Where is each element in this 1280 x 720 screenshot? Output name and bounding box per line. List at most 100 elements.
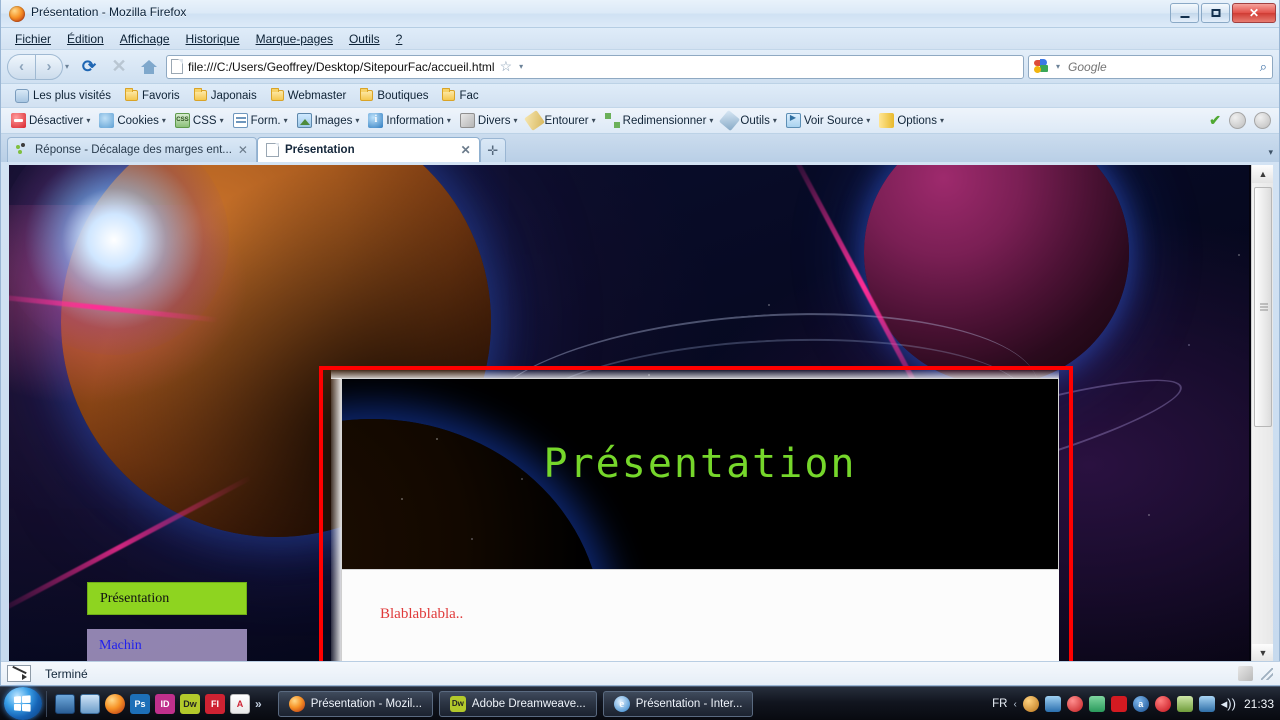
page-favicon: [265, 143, 279, 157]
opera-icon[interactable]: [1154, 696, 1171, 712]
task-internet-explorer[interactable]: e Présentation - Inter...: [602, 690, 754, 717]
network-icon[interactable]: [1088, 696, 1105, 712]
photoshop-icon[interactable]: Ps: [130, 693, 150, 714]
chevron-down-icon: ▾: [772, 116, 777, 125]
information-icon: i: [368, 113, 384, 128]
start-button[interactable]: [0, 686, 46, 720]
menu-outils[interactable]: Outils: [341, 30, 388, 48]
dev-divers[interactable]: Divers ▾: [456, 112, 522, 129]
search-engine-dropdown-icon[interactable]: ▾: [1056, 62, 1060, 71]
tab-reponse-decalage[interactable]: Réponse - Décalage des marges ent... ✕: [7, 137, 257, 162]
scroll-down-arrow[interactable]: ▼: [1252, 644, 1273, 662]
flash-icon[interactable]: [1110, 696, 1127, 712]
site-content-box: Présentation Blablablabla..: [319, 366, 1073, 662]
forward-button[interactable]: ›: [35, 53, 63, 80]
pen-status-icon[interactable]: [7, 665, 31, 682]
stop-button[interactable]: ✕: [106, 55, 132, 79]
clock[interactable]: 21:33: [1244, 697, 1274, 711]
search-icon[interactable]: ⌕: [1260, 59, 1267, 75]
tab-close-icon[interactable]: ✕: [238, 143, 248, 157]
home-button[interactable]: [136, 55, 162, 79]
bookmark-japonais[interactable]: Japonais: [188, 88, 263, 104]
battery-icon[interactable]: [1176, 696, 1193, 712]
menu-affichage[interactable]: Affichage: [112, 30, 178, 48]
validation-check-icon[interactable]: ✔: [1209, 112, 1221, 129]
show-desktop-icon[interactable]: [55, 693, 75, 714]
reload-button[interactable]: ⟳: [76, 55, 102, 79]
antivirus-icon[interactable]: [1066, 696, 1083, 712]
explorer-icon[interactable]: [80, 693, 100, 714]
tab-presentation[interactable]: Présentation ✕: [256, 137, 480, 162]
shield-icon[interactable]: [1022, 696, 1039, 712]
system-tray: FR ‹ a ◂)) 21:33: [992, 687, 1274, 720]
dev-form[interactable]: Form. ▾: [229, 112, 292, 129]
site-menu-item-machin[interactable]: Machin: [87, 629, 247, 662]
vertical-scrollbar[interactable]: ▲ ▼: [1251, 165, 1273, 662]
menu-fichier[interactable]: Fichier: [7, 30, 59, 48]
close-button[interactable]: ✕: [1232, 3, 1276, 23]
tab-strip: Réponse - Décalage des marges ent... ✕ P…: [1, 134, 1279, 162]
task-dreamweaver[interactable]: Dw Adobe Dreamweave...: [438, 690, 597, 717]
bookmark-favoris[interactable]: Favoris: [119, 88, 186, 104]
firefox-icon[interactable]: [105, 693, 125, 714]
bookmark-boutiques[interactable]: Boutiques: [354, 88, 434, 104]
menu-marque-pages[interactable]: Marque-pages: [248, 30, 341, 48]
dev-cookies[interactable]: Cookies ▾: [95, 112, 170, 129]
window-controls: ✕: [1170, 3, 1276, 23]
status-right-group: [1238, 666, 1273, 681]
dev-desactiver[interactable]: Désactiver ▾: [7, 112, 94, 129]
menu-edition[interactable]: Édition: [59, 30, 112, 48]
title-bar[interactable]: Présentation - Mozilla Firefox ✕: [1, 0, 1279, 28]
back-button[interactable]: ‹: [7, 53, 35, 80]
google-icon[interactable]: [1034, 59, 1049, 74]
tab-close-icon[interactable]: ✕: [461, 143, 471, 157]
chevron-down-icon: ▾: [161, 116, 166, 125]
dev-images[interactable]: Images ▾: [293, 112, 364, 129]
flash-icon[interactable]: Fl: [205, 693, 225, 714]
url-bar[interactable]: file:///C:/Users/Geoffrey/Desktop/Sitepo…: [166, 54, 1024, 79]
list-all-tabs-icon[interactable]: ▾: [1268, 147, 1273, 158]
menu-historique[interactable]: Historique: [178, 30, 248, 48]
dev-redimensionner[interactable]: Redimensionner ▾: [601, 112, 718, 129]
minimize-button[interactable]: [1170, 3, 1199, 23]
dreamweaver-icon[interactable]: Dw: [180, 693, 200, 714]
dev-options[interactable]: Options ▾: [875, 112, 948, 129]
amazon-icon[interactable]: a: [1132, 696, 1149, 712]
bookmark-fac[interactable]: Fac: [436, 88, 484, 104]
acrobat-icon[interactable]: A: [230, 693, 250, 714]
bookmark-les-plus-visites[interactable]: Les plus visités: [9, 87, 117, 105]
update-icon[interactable]: [1044, 696, 1061, 712]
search-input[interactable]: [1068, 59, 1255, 74]
maximize-button[interactable]: [1201, 3, 1230, 23]
scroll-up-arrow[interactable]: ▲: [1252, 165, 1273, 183]
volume-icon[interactable]: ◂)): [1221, 696, 1236, 712]
site-menu-item-presentation[interactable]: Présentation: [87, 582, 247, 615]
url-dropdown-icon[interactable]: ▾: [519, 62, 523, 71]
chevron-down-icon: ▾: [355, 116, 360, 125]
dev-css[interactable]: CSS CSS ▾: [171, 112, 228, 129]
search-bar[interactable]: ▾ ⌕: [1028, 54, 1273, 79]
folder-icon: [124, 88, 138, 101]
resize-grip-icon[interactable]: [1261, 667, 1273, 680]
bookmark-webmaster[interactable]: Webmaster: [265, 88, 353, 104]
dev-outils[interactable]: Outils ▾: [718, 109, 780, 132]
dev-status-button-2[interactable]: [1254, 112, 1271, 129]
network-status-icon[interactable]: [1198, 696, 1215, 712]
dev-entourer[interactable]: Entourer ▾: [523, 110, 600, 131]
language-indicator[interactable]: FR: [992, 698, 1007, 710]
dev-information[interactable]: i Information ▾: [364, 112, 455, 129]
dev-status-button-1[interactable]: [1229, 112, 1246, 129]
dev-voir-source[interactable]: Voir Source▾: [782, 112, 874, 129]
security-icon[interactable]: [1238, 666, 1253, 681]
scrollbar-thumb[interactable]: [1254, 187, 1272, 427]
bookmark-star-icon[interactable]: ☆: [500, 58, 513, 75]
chevron-down-icon: ▾: [513, 116, 518, 125]
menu-help[interactable]: ?: [388, 30, 411, 48]
history-dropdown-icon[interactable]: ▾: [65, 62, 69, 71]
new-tab-button[interactable]: ✛: [479, 138, 506, 162]
task-firefox[interactable]: Présentation - Mozil...: [277, 690, 433, 717]
tab-label: Réponse - Décalage des marges ent...: [35, 144, 232, 156]
tray-expand-icon[interactable]: ‹: [1013, 699, 1016, 710]
quick-launch-overflow-icon[interactable]: »: [255, 697, 262, 711]
indesign-icon[interactable]: ID: [155, 693, 175, 714]
